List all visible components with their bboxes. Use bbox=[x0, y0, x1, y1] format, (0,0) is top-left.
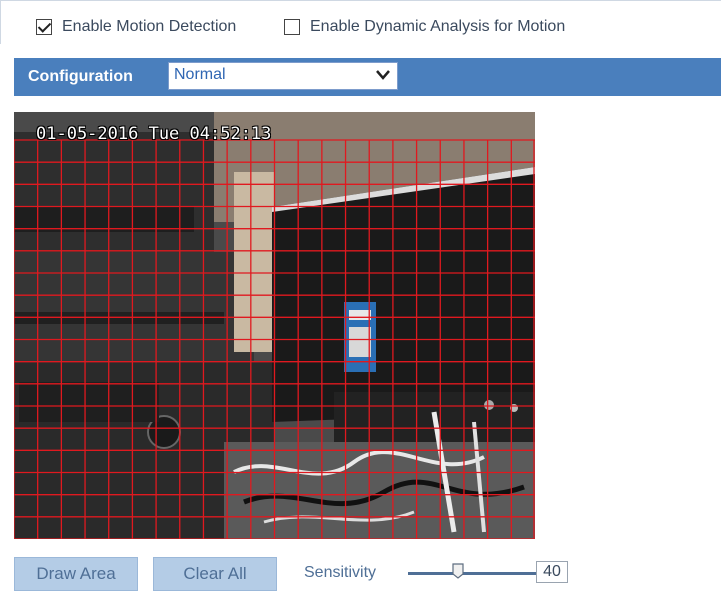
chevron-down-icon bbox=[376, 70, 390, 80]
enable-dynamic-analysis-checkbox[interactable] bbox=[284, 19, 300, 35]
configuration-selected-value: Normal bbox=[174, 66, 226, 83]
camera-scene bbox=[14, 112, 535, 539]
enable-motion-detection-label: Enable Motion Detection bbox=[62, 18, 237, 35]
sensitivity-slider-track[interactable] bbox=[408, 572, 536, 575]
clear-all-button[interactable]: Clear All bbox=[153, 557, 277, 591]
options-bar: Enable Motion Detection Enable Dynamic A… bbox=[0, 0, 721, 44]
sensitivity-value[interactable]: 40 bbox=[536, 561, 568, 583]
enable-motion-detection-option[interactable]: Enable Motion Detection bbox=[36, 18, 236, 36]
video-timestamp: 01-05-2016 Tue 04:52:13 bbox=[36, 124, 272, 144]
enable-dynamic-analysis-option[interactable]: Enable Dynamic Analysis for Motion bbox=[284, 18, 565, 36]
enable-dynamic-analysis-label: Enable Dynamic Analysis for Motion bbox=[310, 18, 566, 35]
configuration-select[interactable]: Normal bbox=[168, 62, 398, 90]
draw-area-button[interactable]: Draw Area bbox=[14, 557, 138, 591]
configuration-label: Configuration bbox=[28, 68, 133, 85]
configuration-bar: Configuration Normal bbox=[14, 58, 721, 96]
sensitivity-label: Sensitivity bbox=[304, 564, 377, 581]
sensitivity-slider-thumb[interactable] bbox=[452, 563, 464, 579]
enable-motion-detection-checkbox[interactable] bbox=[36, 19, 52, 35]
video-preview[interactable]: 01-05-2016 Tue 04:52:13 bbox=[14, 112, 535, 539]
